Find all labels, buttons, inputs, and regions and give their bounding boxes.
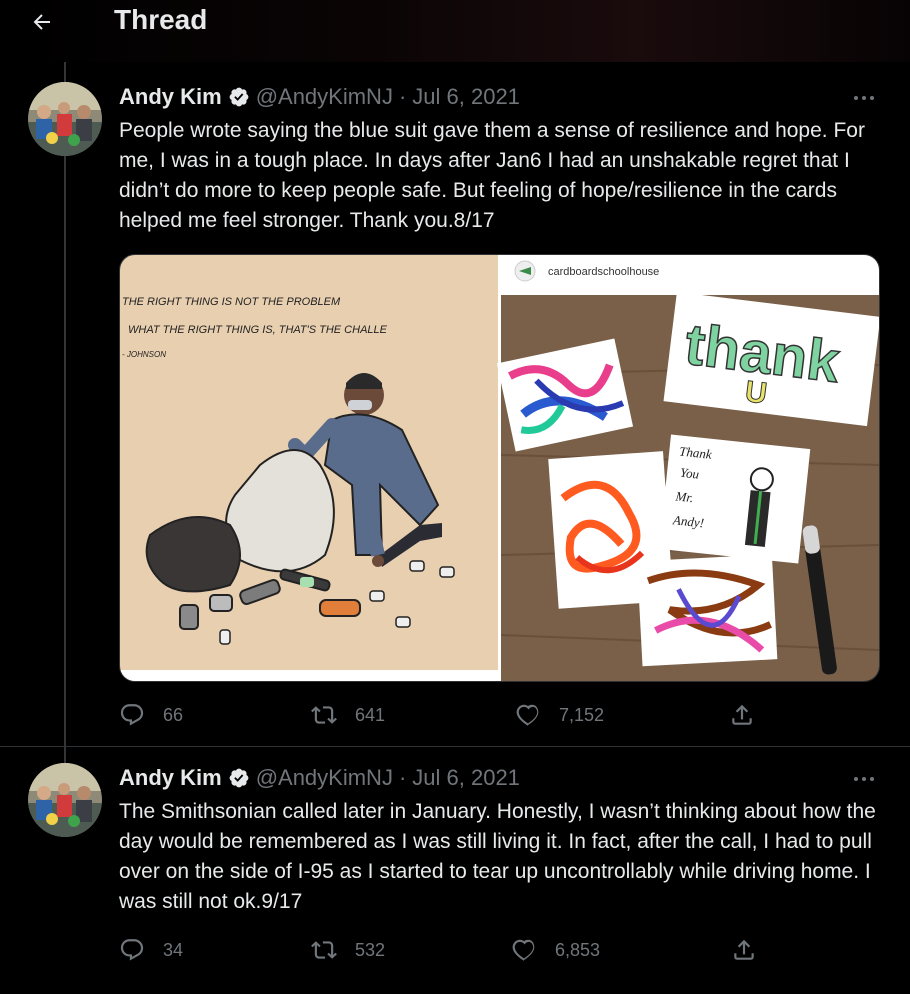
reply-icon: [119, 937, 145, 963]
tweet-header: Andy Kim @AndyKimNJ · Jul 6, 2021: [119, 82, 520, 112]
share-icon: [729, 702, 755, 728]
retweet-icon: [311, 937, 337, 963]
illustration-caption-line-2: WHAT THE RIGHT THING IS, THAT'S THE CHAL…: [128, 324, 388, 336]
illustration-caption-line-3: - JOHNSON: [122, 350, 166, 359]
tweet-text: The Smithsonian called later in January.…: [119, 800, 876, 913]
retweet-count: 532: [355, 939, 386, 960]
avatar-photo: [28, 82, 102, 156]
more-dots-icon: [854, 777, 874, 781]
more-button[interactable]: [848, 86, 880, 110]
avatar[interactable]: [28, 763, 102, 837]
share-button[interactable]: [731, 935, 775, 965]
tweet-header: Andy Kim @AndyKimNJ · Jul 6, 2021: [119, 763, 520, 793]
like-button[interactable]: 6,853: [511, 935, 600, 965]
author-handle[interactable]: @AndyKimNJ: [256, 84, 393, 110]
reply-count: 34: [163, 939, 184, 960]
tweet-date[interactable]: Jul 6, 2021: [412, 84, 520, 110]
share-icon: [731, 937, 757, 963]
author-name[interactable]: Andy Kim: [119, 84, 222, 110]
heart-icon: [515, 702, 541, 728]
tweet-media[interactable]: THE RIGHT THING IS NOT THE PROBLEM WHAT …: [119, 254, 880, 682]
illustration-caption-line-1: THE RIGHT THING IS NOT THE PROBLEM: [122, 296, 341, 308]
like-count: 6,853: [555, 939, 601, 960]
reply-button[interactable]: 34: [119, 935, 183, 965]
tweet-actions: 34 532 6,853: [119, 935, 759, 965]
author-handle[interactable]: @AndyKimNJ: [256, 765, 393, 791]
tweet-2[interactable]: Andy Kim @AndyKimNJ · Jul 6, 2021 The Sm…: [0, 747, 910, 994]
card-u-text: U: [743, 375, 769, 410]
retweet-button[interactable]: 532: [311, 935, 385, 965]
more-dots-icon: [854, 96, 874, 100]
separator-dot: ·: [398, 765, 407, 790]
tweet-actions: 66 641 7,152: [119, 700, 759, 730]
share-button[interactable]: [729, 700, 773, 730]
like-button[interactable]: 7,152: [515, 700, 604, 730]
retweet-button[interactable]: 641: [311, 700, 385, 730]
verified-badge-icon: [228, 767, 250, 789]
separator-dot: ·: [398, 84, 407, 109]
tweet-date[interactable]: Jul 6, 2021: [412, 765, 520, 791]
cards-photo-image: cardboardschoolhouse thank U Thank You M…: [496, 255, 879, 681]
heart-icon: [511, 937, 537, 963]
verified-badge-icon: [228, 86, 250, 108]
avatar-photo: [28, 763, 102, 837]
tweet-1[interactable]: Andy Kim @AndyKimNJ · Jul 6, 2021 People…: [0, 0, 910, 746]
card-note-line-2: You: [679, 465, 700, 482]
retweet-icon: [311, 702, 337, 728]
reply-button[interactable]: 66: [119, 700, 183, 730]
tweet-text: People wrote saying the blue suit gave t…: [119, 119, 865, 232]
avatar[interactable]: [28, 82, 102, 156]
like-count: 7,152: [559, 704, 605, 725]
media-images: THE RIGHT THING IS NOT THE PROBLEM WHAT …: [120, 255, 879, 681]
reply-icon: [119, 702, 145, 728]
author-name[interactable]: Andy Kim: [119, 765, 222, 791]
card-note-line-3: Mr.: [674, 488, 694, 505]
photo-account-name: cardboardschoolhouse: [548, 266, 659, 278]
illustration-image: THE RIGHT THING IS NOT THE PROBLEM WHAT …: [120, 255, 498, 681]
more-button[interactable]: [848, 767, 880, 791]
retweet-count: 641: [355, 704, 386, 725]
reply-count: 66: [163, 704, 184, 725]
